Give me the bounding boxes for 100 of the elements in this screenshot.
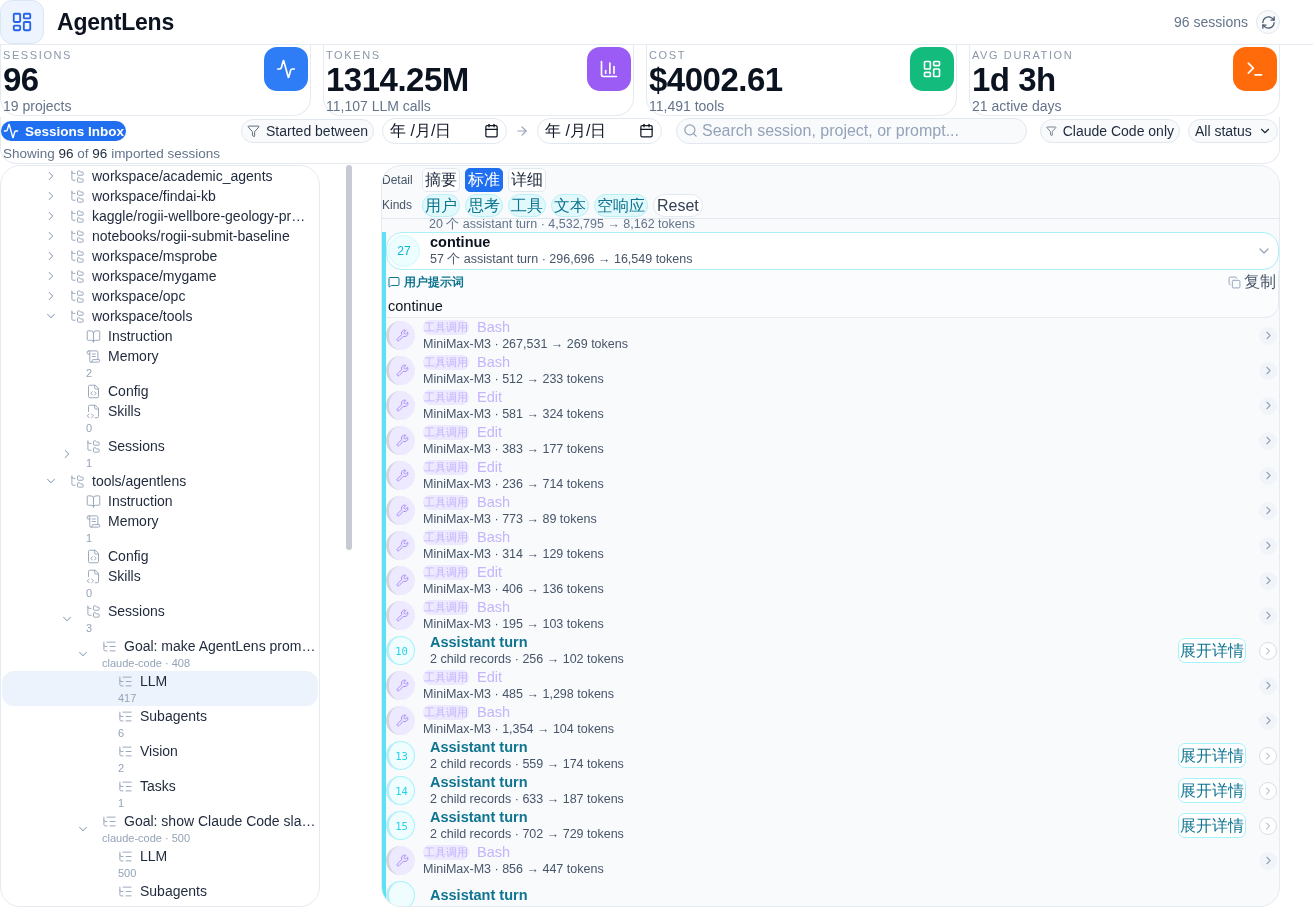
list-tree-icon [102,813,117,829]
wrench-icon [386,356,415,385]
tool-name: Bash [477,844,511,860]
tree-item[interactable]: Tasks 1 [2,776,318,811]
chevron-right-icon[interactable] [1259,361,1277,380]
tree-item[interactable]: Config [2,546,318,566]
search-field[interactable]: Search session, project, or prompt... [676,118,1027,144]
tree-item[interactable]: Sessions 1 [2,436,318,471]
sessions-summary: Showing 96 of 96 imported sessions [2,145,221,163]
tree-item[interactable]: Instruction [2,326,318,346]
chevron-right-icon[interactable] [1259,501,1277,520]
chevron-right-icon[interactable] [1259,746,1277,765]
folder-tree-icon [70,248,85,264]
calendar-icon[interactable] [639,123,654,138]
step-meta: MiniMax-M3 · 485 → 1,298 tokens [423,685,615,703]
chevron-right-icon[interactable] [1259,816,1277,835]
expand-details-button[interactable]: 展开详情 [1178,813,1246,838]
folder-tree-icon [70,188,85,204]
wrench-icon [386,601,415,630]
tool-name: Edit [477,424,502,440]
tree-item[interactable]: Subagents 6 [2,706,318,741]
claude-code-filter-button[interactable]: Claude Code only [1040,119,1180,143]
tree-item[interactable]: LLM 500 [2,846,318,881]
tree-item[interactable]: tools/agentlens [2,471,318,491]
tree-item[interactable]: Skills 0 [2,401,318,436]
step-meta: MiniMax-M3 · 581 → 324 tokens [423,405,604,423]
turn-number: 13 [386,741,415,770]
tree-item[interactable]: Skills 0 [2,566,318,601]
chevron-right-icon[interactable] [1259,571,1277,590]
status-select[interactable]: All status [1188,119,1278,143]
wrench-icon [386,706,415,735]
detail-level-tab[interactable]: 标准 [465,168,503,192]
kind-filter-chip[interactable]: 文本 [551,193,589,217]
kind-filter-chip[interactable]: 思考 [465,193,503,217]
tree-item[interactable]: workspace/msprobe [2,246,318,266]
list-tree-icon [118,743,133,759]
wrench-icon [386,391,415,420]
tree-item[interactable]: workspace/mygame [2,266,318,286]
chevron-right-icon[interactable] [1259,396,1277,415]
tree-item[interactable]: LLM 417 [2,671,318,706]
tree-item[interactable]: workspace/academic_agents [2,166,318,186]
list-tree-icon [118,778,133,794]
chevron-right-icon[interactable] [1259,326,1277,345]
session-count: 96 sessions [1174,14,1248,30]
step-meta: 2 child records · 702 → 729 tokens [430,825,624,843]
turn-title: continue [430,234,492,251]
kind-filter-chip[interactable]: 空响应 [594,193,648,217]
refresh-icon[interactable] [1256,10,1280,34]
scroll-icon [86,348,101,364]
kind-filter-chip[interactable]: 用户 [422,193,460,217]
folder-tree-icon [86,438,101,454]
tree-item[interactable]: Memory 1 [2,511,318,546]
tree-item[interactable]: Subagents [2,881,318,901]
chevron-right-icon[interactable] [1259,606,1277,625]
chevron-right-icon[interactable] [1259,676,1277,695]
detail-level-tab[interactable]: 摘要 [422,168,460,192]
date-field[interactable]: 年 /月/日 [382,118,507,144]
date-field[interactable]: 年 /月/日 [537,118,662,144]
calendar-icon[interactable] [484,123,499,138]
expand-details-button[interactable]: 展开详情 [1178,638,1246,663]
tree-item[interactable]: Instruction [2,491,318,511]
tree-item[interactable]: Goal: make AgentLens prom… claude-code · 408 [2,636,318,671]
chevron-right-icon[interactable] [1259,431,1277,450]
chevron-right-icon[interactable] [1259,781,1277,800]
folder-tree-icon [70,473,85,489]
chevron-right-icon[interactable] [1259,536,1277,555]
folder-tree-icon [70,288,85,304]
tree-item[interactable]: Goal: show Claude Code sla… claude-code · 500 [2,811,318,846]
tree-item[interactable]: workspace/opc [2,286,318,306]
list-tree-icon [118,848,133,864]
tree-item[interactable]: Vision 2 [2,741,318,776]
prompt-label: 用户提示词 [404,273,464,291]
date-filter-button[interactable]: Started between [241,119,374,143]
step-meta: MiniMax-M3 · 267,531 → 269 tokens [423,335,628,353]
tool-name: Bash [477,319,511,335]
tree-item[interactable]: Sessions 3 [2,601,318,636]
tree-item[interactable]: kaggle/rogii-wellbore-geology-pr… [2,206,318,226]
stat-value: 1d 3h [972,62,1057,98]
chevron-right-icon[interactable] [1259,711,1277,730]
expand-details-button[interactable]: 展开详情 [1178,743,1246,768]
tree-item[interactable]: notebooks/rogii-submit-baseline [2,226,318,246]
turn-title: Assistant turn [430,773,529,791]
kind-filter-chip[interactable]: 工具 [508,193,546,217]
copy-button[interactable]: 复制 [1228,271,1276,293]
detail-level-tab[interactable]: 详细 [508,168,546,192]
reset-button[interactable]: Reset [653,193,703,217]
chevron-right-icon[interactable] [1259,851,1277,870]
turn-card[interactable]: 27 continue 57 个 assistant turn · 296,696 → 16,549 tokens [386,232,1279,270]
tree-item[interactable]: Memory 2 [2,346,318,381]
chevron-right-icon[interactable] [1259,641,1277,660]
expand-details-button[interactable]: 展开详情 [1178,778,1246,803]
stat-label: SESSIONS [3,48,73,62]
scrollbar-thumb[interactable] [346,165,352,550]
step-meta: MiniMax-M3 · 856 → 447 tokens [423,860,604,878]
tree-item[interactable]: workspace/tools [2,306,318,326]
file-code-icon [86,548,101,564]
chevron-right-icon[interactable] [1259,466,1277,485]
tree-item[interactable]: workspace/findai-kb [2,186,318,206]
inbox-button[interactable]: Sessions Inbox [1,121,126,141]
tree-item[interactable]: Config [2,381,318,401]
